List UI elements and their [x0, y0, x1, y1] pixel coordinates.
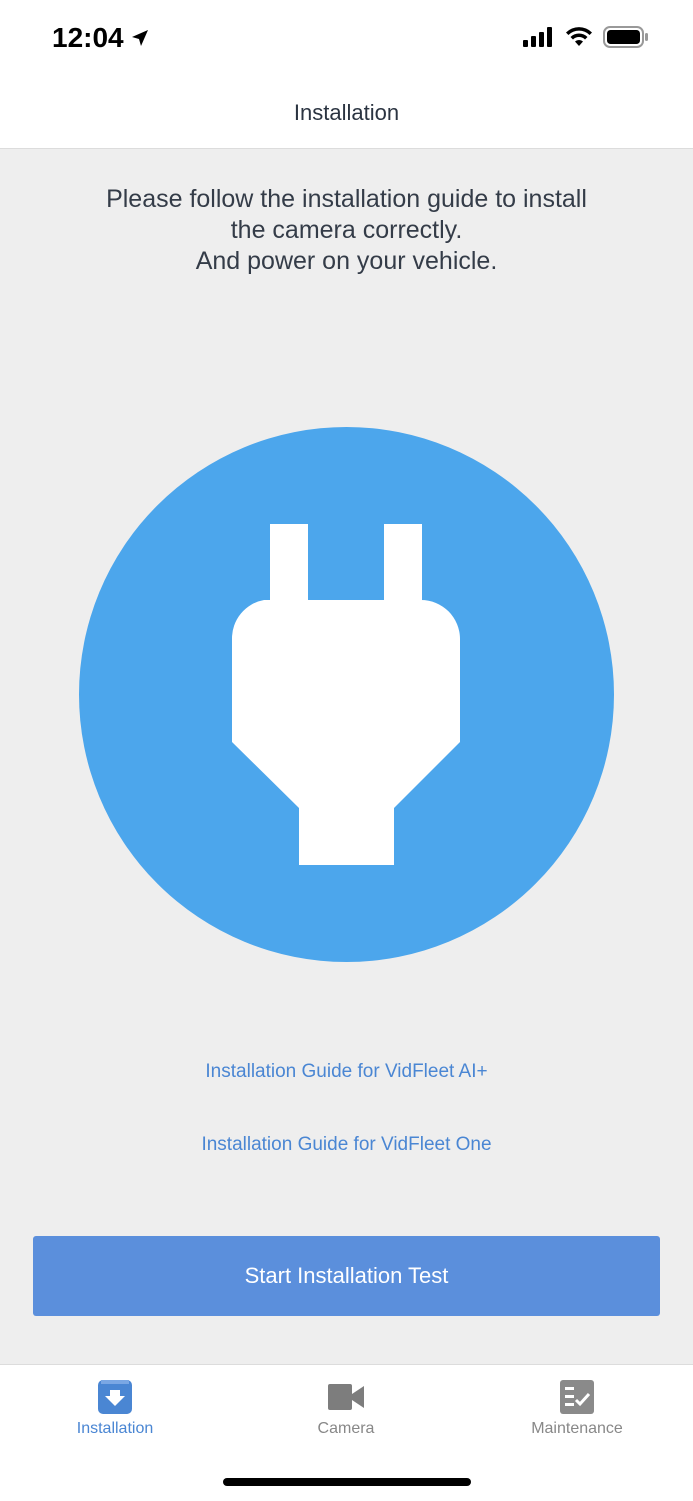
instruction-line: And power on your vehicle. [195, 247, 498, 275]
tab-maintenance[interactable]: Maintenance [477, 1377, 677, 1447]
location-arrow-icon [131, 30, 148, 46]
status-time: 12:04 [52, 22, 150, 54]
tab-installation[interactable]: Installation [15, 1377, 215, 1447]
tab-camera[interactable]: Camera [246, 1377, 446, 1447]
status-bar: 12:04 [0, 0, 693, 80]
video-camera-icon [328, 1384, 364, 1410]
tab-label: Camera [317, 1420, 375, 1437]
main-content: Please follow the installation guide to … [0, 149, 693, 1364]
power-plug-icon [231, 524, 460, 865]
home-indicator [223, 1478, 471, 1486]
guide-link-vidfleet-one[interactable]: Installation Guide for VidFleet One [0, 1134, 693, 1156]
guide-link-vidfleet-ai-plus[interactable]: Installation Guide for VidFleet AI+ [0, 1061, 693, 1083]
status-icons [523, 26, 649, 48]
checklist-icon [560, 1380, 594, 1414]
instructions-text: Please follow the installation guide to … [60, 184, 633, 277]
battery-icon [603, 26, 648, 48]
install-download-icon [98, 1380, 132, 1414]
wifi-icon [566, 27, 592, 46]
nav-bar: Installation [0, 80, 693, 149]
instruction-line: Please follow the installation guide to … [106, 185, 587, 213]
start-installation-test-button[interactable]: Start Installation Test [33, 1236, 660, 1316]
instruction-line: the camera correctly. [230, 216, 463, 244]
cellular-signal-icon [523, 27, 552, 47]
clock-text: 12:04 [52, 22, 124, 53]
tab-label: Installation [76, 1420, 154, 1437]
tab-label: Maintenance [531, 1420, 623, 1437]
plug-illustration [79, 427, 614, 962]
page-title: Installation [293, 100, 400, 125]
